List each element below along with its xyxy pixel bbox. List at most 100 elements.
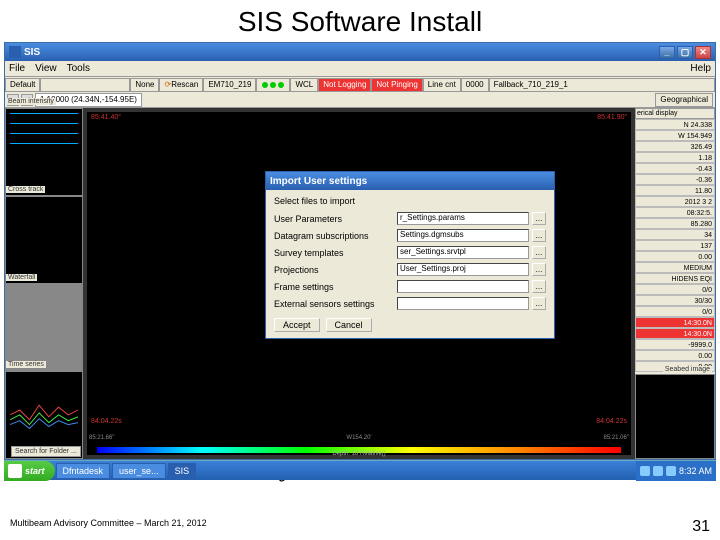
tray-icon[interactable] (640, 466, 650, 476)
window-title: SIS (24, 47, 40, 58)
sis-app-window: SIS _ ▢ ✕ File View Tools Help Default N… (4, 42, 716, 460)
file-field[interactable]: ser_Settings.srvtpl (397, 246, 529, 259)
footer-left: Multibeam Advisory Committee – March 21,… (10, 518, 207, 536)
browse-button[interactable]: ... (532, 297, 546, 310)
status-not-pinging[interactable]: Not Pinging (371, 78, 422, 92)
field-label: Datagram subscriptions (274, 231, 394, 241)
dialog-row: ProjectionsUser_Settings.proj... (274, 261, 546, 278)
clock: 8:32 AM (679, 466, 712, 476)
cancel-button[interactable]: Cancel (326, 318, 372, 332)
browse-button[interactable]: ... (532, 229, 546, 242)
windows-logo-icon (8, 464, 22, 478)
dialog-row: Frame settings... (274, 278, 546, 295)
cross-track-panel[interactable]: Cross track (5, 196, 83, 284)
dialog-row: Survey templatesser_Settings.srvtpl... (274, 244, 546, 261)
panel-title: Waterfall (6, 274, 37, 281)
browse-button[interactable]: ... (532, 212, 546, 225)
waterfall-panel[interactable]: Waterfall (5, 284, 83, 372)
browse-button[interactable]: ... (532, 263, 546, 276)
frame-settings-field[interactable] (397, 280, 529, 293)
status-leds (256, 78, 290, 92)
field-label: User Parameters (274, 214, 394, 224)
status-bar: Default None ⟳Rescan EM710_219 WCL Not L… (5, 76, 715, 92)
numerical-value: 137 (635, 240, 715, 251)
panel-title: Time series (6, 361, 46, 368)
status-wcl[interactable]: WCL (290, 78, 318, 92)
taskbar: start Dfntadeskuser_se...SIS 8:32 AM (4, 460, 716, 480)
file-field[interactable]: r_Settings.params (397, 212, 529, 225)
status-none[interactable]: None (130, 78, 159, 92)
field-label: Projections (274, 265, 394, 275)
coord-bl: 84:04.22s (91, 418, 122, 425)
tray-icon[interactable] (666, 466, 676, 476)
numerical-value: W 154.949 (635, 130, 715, 141)
file-field[interactable]: Settings.dgmsubs (397, 229, 529, 242)
field-label: Survey templates (274, 248, 394, 258)
numerical-display-panel: erical display N 24.338W 154.949326.491.… (635, 108, 715, 459)
numerical-value: 14:30.0N (635, 317, 715, 328)
file-field[interactable] (397, 297, 529, 310)
status-rescan[interactable]: ⟳Rescan (159, 78, 203, 92)
browse-button[interactable]: ... (532, 246, 546, 259)
system-tray[interactable]: 8:32 AM (636, 461, 716, 481)
panel-title: Beam intensity (6, 98, 56, 105)
close-button[interactable]: ✕ (695, 46, 711, 59)
numerical-value: 0.00 (635, 350, 715, 361)
numerical-value: HIDENS EQI (635, 273, 715, 284)
status-default[interactable]: Default (5, 78, 40, 92)
numerical-value: MEDIUM (635, 262, 715, 273)
panel-title: erical display (635, 108, 715, 119)
coord-tr: 85:41.90" (597, 114, 627, 121)
page-number: 31 (692, 518, 710, 536)
app-icon (9, 46, 21, 58)
menu-tools[interactable]: Tools (67, 63, 90, 74)
beam-intensity-panel[interactable]: Beam intensity (5, 108, 83, 196)
taskbar-item[interactable]: user_se... (112, 463, 166, 479)
field-label: Frame settings (274, 282, 394, 292)
coord-br: 84:04.22s (596, 418, 627, 425)
projection-dropdown[interactable]: Geographical (655, 93, 713, 107)
field-label: External sensors settings (274, 299, 394, 309)
coord-tl: 85:41.40" (91, 114, 121, 121)
numerical-value: 0.00 (635, 251, 715, 262)
panel-title: Seabed image (663, 366, 712, 373)
numerical-value: -9999.0 (635, 339, 715, 350)
numerical-value: N 24.338 (635, 119, 715, 130)
slide-title: SIS Software Install (0, 0, 720, 42)
numerical-value: 2012 3 2 (635, 196, 715, 207)
status-line-cnt-label: Line cnt (423, 78, 461, 92)
status-gap (40, 78, 130, 92)
status-fallback[interactable]: Fallback_710_219_1 (489, 78, 715, 92)
seabed-image-panel[interactable]: Seabed image (635, 374, 715, 459)
numerical-value: -0.43 (635, 163, 715, 174)
depth-label: Depth: 18 Relative() (332, 451, 385, 457)
menu-view[interactable]: View (35, 63, 57, 74)
accept-button[interactable]: Accept (274, 318, 320, 332)
menu-file[interactable]: File (9, 63, 25, 74)
dialog-row: User Parametersr_Settings.params... (274, 210, 546, 227)
numerical-value: 326.49 (635, 141, 715, 152)
numerical-value: 85.280 (635, 218, 715, 229)
minimize-button[interactable]: _ (659, 46, 675, 59)
numerical-value: 08:32:5. (635, 207, 715, 218)
numerical-value: -0.36 (635, 174, 715, 185)
dialog-titlebar[interactable]: Import User settings (266, 172, 554, 190)
status-survey[interactable]: EM710_219 (203, 78, 256, 92)
status-not-logging[interactable]: Not Logging (318, 78, 371, 92)
dialog-row: External sensors settings... (274, 295, 546, 312)
numerical-value: 0/0 (635, 306, 715, 317)
file-field[interactable]: User_Settings.proj (397, 263, 529, 276)
panel-title: Cross track (6, 186, 45, 193)
secondary-toolbar: 1 10000 (24.34N,-154.95E) Geographical (5, 92, 715, 108)
browse-button[interactable]: ... (532, 280, 546, 293)
titlebar: SIS _ ▢ ✕ (5, 43, 715, 61)
tray-icon[interactable] (653, 466, 663, 476)
taskbar-item[interactable]: Dfntadesk (56, 463, 111, 479)
start-button[interactable]: start (4, 461, 55, 481)
dialog-row: Datagram subscriptionsSettings.dgmsubs..… (274, 227, 546, 244)
menu-help[interactable]: Help (690, 63, 711, 74)
dialog-header: Select files to import (274, 196, 546, 206)
numerical-value: 34 (635, 229, 715, 240)
taskbar-item[interactable]: SIS (168, 463, 197, 479)
maximize-button[interactable]: ▢ (677, 46, 693, 59)
